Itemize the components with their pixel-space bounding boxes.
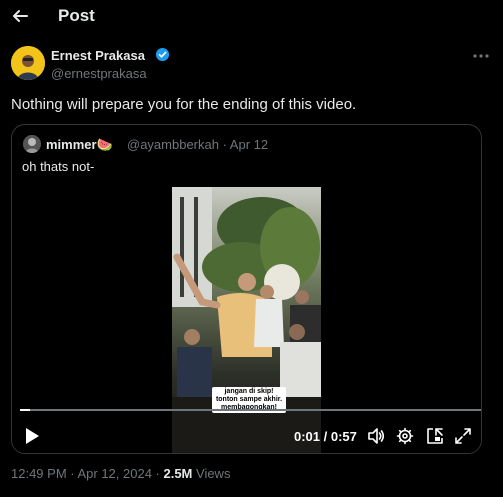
- picture-in-picture-icon[interactable]: [426, 427, 444, 445]
- video-frame: jangan di skip! tonton sampe akhir. memb…: [172, 187, 321, 453]
- quoted-text: oh thats not-: [22, 159, 95, 174]
- author-handle[interactable]: @ernestprakasa: [51, 66, 147, 81]
- author-row: Ernest Prakasa @ernestprakasa: [11, 46, 491, 86]
- tweet-footer: 12:49 PM · Apr 12, 2024 · 2.5M Views: [11, 466, 230, 481]
- author-avatar[interactable]: [11, 46, 45, 80]
- quoted-avatar: [23, 135, 41, 153]
- views-label: Views: [192, 466, 231, 481]
- volume-icon[interactable]: [367, 427, 385, 445]
- video-progress-bar[interactable]: [20, 409, 481, 411]
- play-icon[interactable]: [24, 427, 40, 445]
- views-count: 2.5M: [163, 466, 193, 481]
- tweet-text: Nothing will prepare you for the ending …: [11, 96, 357, 113]
- quoted-meta: @ayambberkah · Apr 12: [127, 137, 269, 152]
- top-bar: Post: [0, 0, 503, 34]
- video-player[interactable]: jangan di skip! tonton sampe akhir. memb…: [12, 187, 481, 453]
- more-options-icon[interactable]: [471, 48, 491, 64]
- verified-badge-icon: [155, 47, 170, 62]
- tweet-timestamp[interactable]: 12:49 PM · Apr 12, 2024 ·: [11, 466, 163, 481]
- video-progress-fill: [20, 409, 30, 411]
- page-title: Post: [58, 6, 95, 25]
- quoted-name: mimmer🍉: [46, 137, 113, 152]
- author-name[interactable]: Ernest Prakasa: [51, 48, 145, 63]
- fullscreen-icon[interactable]: [454, 427, 472, 445]
- video-time: 0:01 / 0:57: [294, 429, 357, 444]
- quoted-tweet[interactable]: mimmer🍉 @ayambberkah · Apr 12 oh thats n…: [11, 124, 482, 454]
- back-arrow-icon[interactable]: [10, 6, 30, 26]
- settings-gear-icon[interactable]: [396, 427, 414, 445]
